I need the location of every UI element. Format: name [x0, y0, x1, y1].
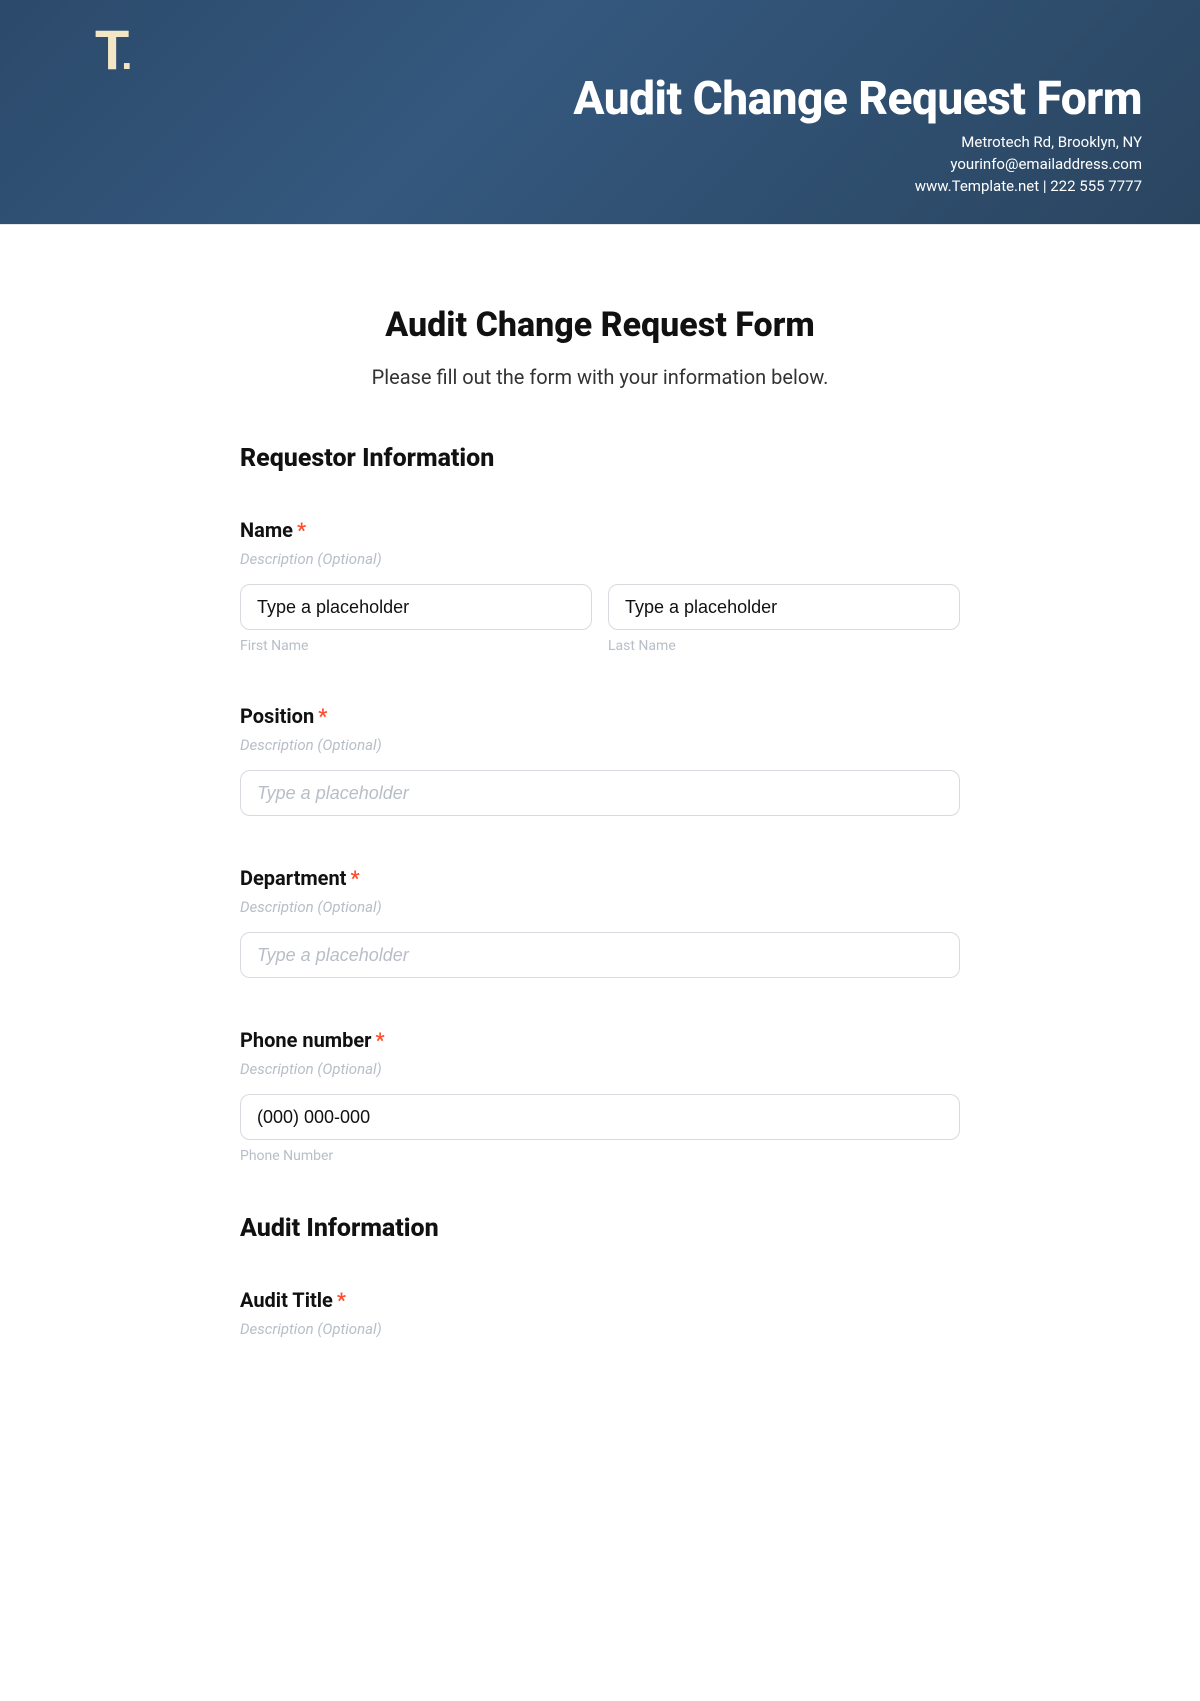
page-subtitle: Please fill out the form with your infor…	[240, 365, 960, 389]
form-body: Audit Change Request Form Please fill ou…	[240, 225, 960, 1394]
field-audit-title: Audit Title* Description (Optional)	[240, 1288, 960, 1338]
desc-audit-title: Description (Optional)	[240, 1320, 960, 1338]
brand-logo: T.	[95, 22, 130, 78]
desc-name: Description (Optional)	[240, 550, 960, 568]
label-phone: Phone number*	[240, 1028, 960, 1052]
hero-banner: T. Audit Change Request Form Metrotech R…	[0, 0, 1200, 225]
desc-department: Description (Optional)	[240, 898, 960, 916]
last-name-input[interactable]	[608, 584, 960, 630]
label-audit-title-text: Audit Title	[240, 1288, 333, 1312]
label-phone-text: Phone number	[240, 1028, 371, 1052]
label-department-text: Department	[240, 866, 346, 890]
hero-site-phone: www.Template.net | 222 555 7777	[915, 176, 1142, 198]
label-audit-title: Audit Title*	[240, 1288, 960, 1312]
field-phone: Phone number* Description (Optional) Pho…	[240, 1028, 960, 1164]
field-department: Department* Description (Optional)	[240, 866, 960, 978]
section-requestor-heading: Requestor Information	[240, 444, 960, 473]
caption-first-name: First Name	[240, 638, 592, 654]
label-position-text: Position	[240, 704, 314, 728]
required-mark: *	[297, 518, 306, 542]
desc-phone: Description (Optional)	[240, 1060, 960, 1078]
label-name-text: Name	[240, 518, 293, 542]
hero-address: Metrotech Rd, Brooklyn, NY	[915, 132, 1142, 154]
logo-dot: .	[121, 34, 130, 78]
required-mark: *	[318, 704, 327, 728]
page-title: Audit Change Request Form	[240, 305, 960, 345]
field-name: Name* Description (Optional) First Name …	[240, 518, 960, 654]
caption-last-name: Last Name	[608, 638, 960, 654]
hero-title: Audit Change Request Form	[573, 72, 1142, 126]
required-mark: *	[375, 1028, 384, 1052]
field-position: Position* Description (Optional)	[240, 704, 960, 816]
caption-phone: Phone Number	[240, 1148, 960, 1164]
hero-email: yourinfo@emailaddress.com	[915, 154, 1142, 176]
first-name-input[interactable]	[240, 584, 592, 630]
section-audit-heading: Audit Information	[240, 1214, 960, 1243]
position-input[interactable]	[240, 770, 960, 816]
desc-position: Description (Optional)	[240, 736, 960, 754]
required-mark: *	[350, 866, 359, 890]
hero-meta: Metrotech Rd, Brooklyn, NY yourinfo@emai…	[915, 132, 1142, 197]
label-department: Department*	[240, 866, 960, 890]
label-name: Name*	[240, 518, 960, 542]
phone-input[interactable]	[240, 1094, 960, 1140]
department-input[interactable]	[240, 932, 960, 978]
label-position: Position*	[240, 704, 960, 728]
required-mark: *	[337, 1288, 346, 1312]
